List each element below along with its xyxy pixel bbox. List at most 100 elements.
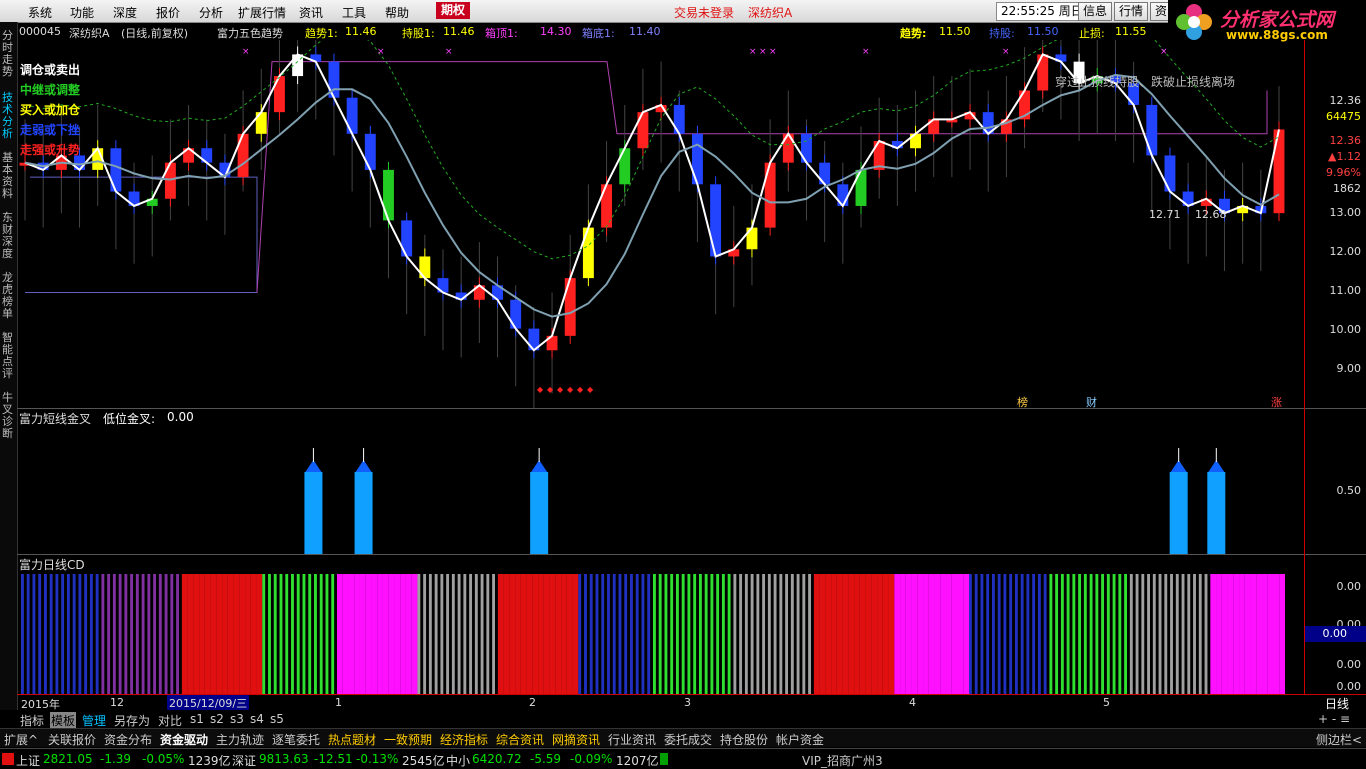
cd-bar: [405, 574, 412, 694]
cd-bar: [572, 574, 579, 694]
info-button[interactable]: 信息: [1078, 2, 1113, 21]
tab-template[interactable]: 模板: [50, 712, 77, 729]
cd-bar: [710, 574, 714, 694]
x-label-may: 5: [1103, 696, 1110, 709]
tab-s3[interactable]: s3: [230, 712, 244, 726]
menu-quote[interactable]: 报价: [156, 4, 180, 21]
cd-bar: [653, 574, 656, 694]
tab-consensus[interactable]: 一致预期: [384, 731, 432, 748]
cd-bar: [423, 574, 427, 694]
cd-bar: [61, 574, 65, 694]
cd-bar: [1210, 574, 1217, 694]
tab-indicator[interactable]: 指标: [20, 712, 44, 729]
sz-label[interactable]: 深证: [232, 752, 256, 769]
cd-bar: [704, 574, 708, 694]
x-marker: ×: [377, 47, 385, 57]
tab-capital-distribution[interactable]: 资金分布: [104, 731, 152, 748]
cd-bar: [647, 574, 651, 694]
menu-extended-quote[interactable]: 扩展行情: [238, 4, 286, 21]
x-label-mar: 3: [684, 696, 691, 709]
menu-news[interactable]: 资讯: [299, 4, 323, 21]
tab-s1[interactable]: s1: [190, 712, 204, 726]
cd-bar: [1014, 574, 1018, 694]
clock: 22:55:25 周日: [996, 2, 1088, 21]
tab-account-funds[interactable]: 帐户资金: [776, 731, 824, 748]
tab-save-as[interactable]: 另存为: [114, 712, 150, 729]
tab-economic-indicators[interactable]: 经济指标: [440, 731, 488, 748]
tab-holdings[interactable]: 持仓股份: [720, 731, 768, 748]
cd-bar: [698, 574, 702, 694]
cd-bar: [1106, 574, 1110, 694]
candle: [1146, 104, 1158, 156]
menu-tools[interactable]: 工具: [342, 4, 366, 21]
candle: [582, 227, 594, 279]
tab-manage[interactable]: 管理: [82, 712, 106, 729]
menu-depth[interactable]: 深度: [113, 4, 137, 21]
menu-function[interactable]: 功能: [70, 4, 94, 21]
cd-bar: [750, 574, 754, 694]
tab-main-track[interactable]: 主力轨迹: [216, 731, 264, 748]
cd-bar: [934, 574, 941, 694]
cd-bar: [641, 574, 645, 694]
cd-bar: [245, 574, 251, 694]
cd-bar: [176, 574, 179, 694]
tab-timeshare[interactable]: 分时走势: [2, 30, 16, 78]
tab-s5[interactable]: s5: [270, 712, 284, 726]
cd-bar: [584, 574, 587, 694]
tab-s4[interactable]: s4: [250, 712, 264, 726]
cd-bar: [32, 574, 36, 694]
cd-chart[interactable]: [17, 574, 1302, 694]
tab-orders[interactable]: 委托成交: [664, 731, 712, 748]
menu-analysis[interactable]: 分析: [199, 4, 223, 21]
zx-value: 6420.72: [472, 752, 522, 766]
cd-bar: [802, 574, 806, 694]
stock-code: 000045: [19, 25, 61, 38]
tab-compare[interactable]: 对比: [158, 712, 182, 729]
period: (日线,前复权): [121, 27, 189, 40]
menu-system[interactable]: 系统: [28, 4, 52, 21]
tab-expand[interactable]: 扩展^: [4, 731, 38, 748]
chart-area[interactable]: 000045 深纺织A (日线,前复权) 富力五色趋势 趋势1: 11.46 持…: [17, 22, 1366, 711]
diamond-marker: ◆: [537, 385, 544, 394]
tab-web-news[interactable]: 网摘资讯: [552, 731, 600, 748]
menu-bar: 系统 功能 深度 报价 分析 扩展行情 资讯 工具 帮助 期权 交易未登录 深纺…: [0, 0, 1366, 23]
zoom-controls[interactable]: + - ≡: [1318, 712, 1350, 726]
menu-help[interactable]: 帮助: [385, 4, 409, 21]
cd-bar: [95, 574, 99, 694]
signal-chart[interactable]: [17, 422, 1302, 554]
tab-general-news[interactable]: 综合资讯: [496, 731, 544, 748]
tab-order-detail[interactable]: 逐笔委托: [272, 731, 320, 748]
tab-diagnosis[interactable]: 牛叉诊断: [2, 392, 16, 440]
panel-divider-2: [17, 554, 1366, 555]
cd-bar: [589, 574, 593, 694]
x-marker: ×: [1002, 47, 1010, 57]
quote-button[interactable]: 行情: [1114, 2, 1149, 21]
tab-related-quote[interactable]: 关联报价: [48, 731, 96, 748]
tab-smart-review[interactable]: 智能点评: [2, 332, 16, 380]
tab-s2[interactable]: s2: [210, 712, 224, 726]
hold-label: 持股1:: [402, 27, 435, 40]
options-tab[interactable]: 期权: [436, 2, 470, 19]
sidebar-toggle[interactable]: 侧边栏<: [1316, 731, 1362, 748]
tab-dragon-tiger[interactable]: 龙虎榜单: [2, 272, 16, 320]
cd-bar: [503, 574, 510, 694]
cd-bar: [997, 574, 1001, 694]
zx-amount: 1207亿: [616, 754, 659, 768]
x-label-feb: 2: [529, 696, 536, 709]
legend-adjust: 中继或调整: [20, 83, 81, 97]
candle: [1273, 129, 1285, 214]
tab-industry-news[interactable]: 行业资讯: [608, 731, 656, 748]
price-chart[interactable]: × × × × × × × × ×◆ ◆ ◆ ◆ ◆ ◆: [17, 40, 1302, 408]
tab-fundamentals[interactable]: 基本资料: [2, 152, 16, 200]
login-status[interactable]: 交易未登录: [674, 4, 734, 21]
tab-eastmoney-depth[interactable]: 东财深度: [2, 212, 16, 260]
tab-hot-topics[interactable]: 热点题材: [328, 731, 376, 748]
vip-server[interactable]: VIP_招商广州3: [802, 752, 883, 769]
cd-bar: [193, 574, 200, 694]
tab-capital-drive[interactable]: 资金驱动: [160, 731, 208, 748]
x-marker: ×: [445, 47, 453, 57]
tab-technical[interactable]: 技术分析: [2, 92, 16, 140]
zx-label[interactable]: 中小: [446, 752, 470, 769]
sh-label[interactable]: 上证: [16, 752, 40, 769]
cd-bar: [308, 574, 312, 694]
